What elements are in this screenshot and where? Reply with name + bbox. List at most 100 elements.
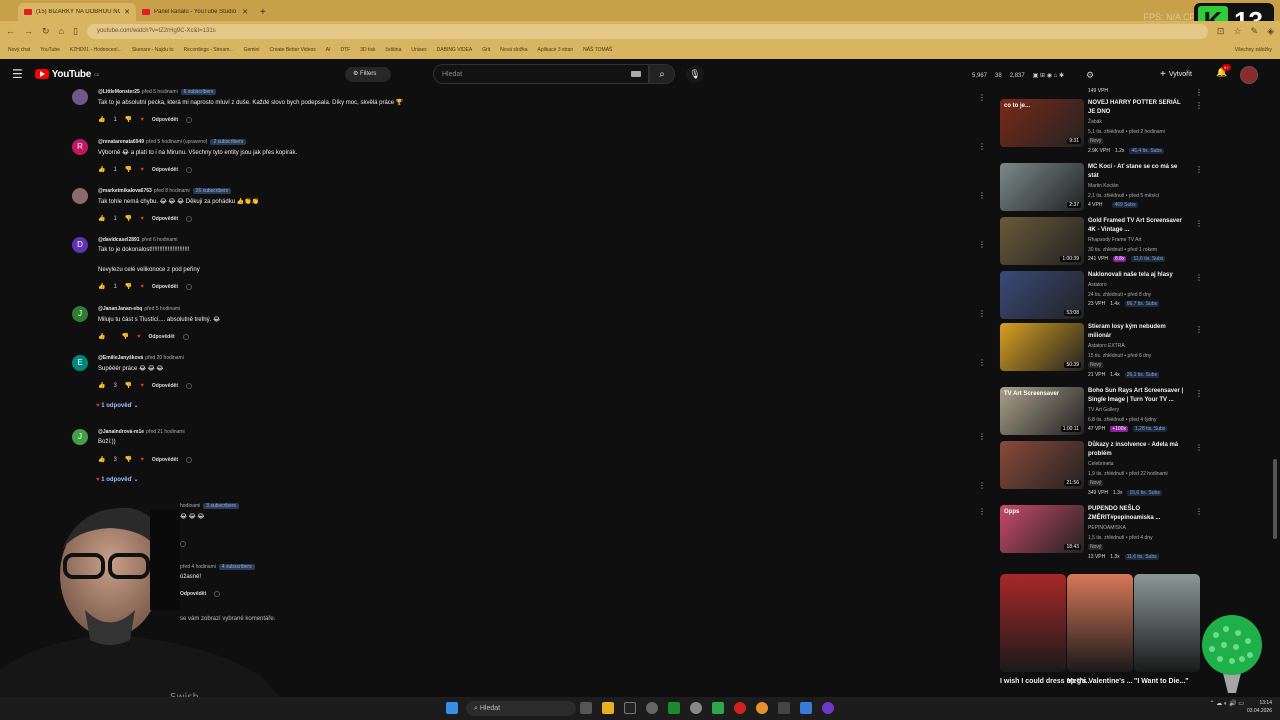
xbox-icon[interactable] (668, 702, 680, 714)
channel-name[interactable]: Rhapsody Frame TV Art (1088, 237, 1142, 243)
short-title[interactable]: "I Want to Die..." (1134, 678, 1189, 685)
reply-button[interactable]: Odpovědět (152, 457, 178, 463)
comment-author[interactable]: @JananJanan-ebq (98, 306, 142, 312)
creator-heart-icon[interactable]: ♥ (137, 334, 141, 340)
browser-tab-studio[interactable]: Panel kanálu - YouTube Studio ✕ (136, 3, 254, 21)
comment-side-menu-icon[interactable]: ⋮ (978, 191, 986, 200)
dislike-icon[interactable]: 👎 (125, 382, 132, 389)
like-icon[interactable]: 👍 (98, 333, 105, 340)
creator-heart-icon[interactable]: ♥ (140, 167, 144, 173)
comment-side-menu-icon[interactable]: ⋮ (978, 481, 986, 490)
comment-side-menu-icon[interactable]: ⋮ (978, 432, 986, 441)
comment-menu-icon[interactable] (186, 456, 192, 463)
creator-heart-icon[interactable]: ♥ (140, 216, 144, 222)
filters-button[interactable]: ⚙ Filters (345, 67, 391, 82)
dislike-icon[interactable]: 👎 (125, 215, 132, 222)
comment-side-menu-icon[interactable]: ⋮ (978, 507, 986, 516)
comment-author[interactable]: @EmilieJanyšková (98, 355, 143, 361)
more-options-icon[interactable]: ⋮ (1195, 165, 1203, 174)
comment-avatar[interactable]: D (72, 237, 88, 253)
comment-menu-icon[interactable] (186, 116, 192, 123)
comment-avatar[interactable] (72, 89, 88, 105)
video-title[interactable]: PUPENDO NEŠLO ZMĚRIT#pepinoamiska ... (1088, 505, 1188, 523)
like-icon[interactable]: 👍 (98, 382, 105, 389)
channel-name[interactable]: Žabák (1088, 119, 1102, 125)
more-options-icon[interactable]: ⋮ (1195, 219, 1203, 228)
bookmark-item[interactable]: Gemini (244, 47, 260, 53)
reply-button[interactable]: Odpovědět (152, 117, 178, 123)
more-options-icon[interactable]: ⋮ (1195, 443, 1203, 452)
system-tray[interactable]: ⌃ ☁ ◐ 🔊 ▭ (1210, 700, 1244, 707)
microphone-icon[interactable]: 🎙 (686, 65, 704, 83)
channel-name[interactable]: Martin Kocián (1088, 183, 1119, 189)
video-title[interactable]: MC Kocí - Ať stane se co má se stát (1088, 163, 1188, 181)
dislike-icon[interactable]: 👎 (125, 283, 132, 290)
bookmark-item[interactable]: Aplikace 3 stran (538, 47, 574, 53)
bookmark-item[interactable]: AI (326, 47, 331, 53)
video-title[interactable]: Gold Framed TV Art Screensaver 4K - Vint… (1088, 217, 1188, 235)
taskbar-clock[interactable]: 13:14 03.04.2026 (1247, 699, 1272, 715)
more-options-icon[interactable]: ⋮ (1195, 88, 1203, 97)
comment-menu-icon[interactable] (182, 333, 189, 340)
settings-gear-icon[interactable]: ⚙ (1086, 70, 1094, 81)
taskbar-search[interactable]: ⌕ Hledat (466, 701, 576, 716)
more-options-icon[interactable]: ⋮ (1195, 389, 1203, 398)
new-tab-icon[interactable]: + (260, 7, 266, 18)
youtube-logo[interactable]: YouTube CZ (34, 69, 99, 80)
video-thumbnail[interactable]: 21:56 (1000, 441, 1084, 489)
search-button[interactable]: ⌕ (649, 64, 675, 84)
comment-author[interactable]: @davidcasel2891 (98, 237, 140, 243)
creator-heart-icon[interactable]: ♥ (140, 383, 144, 389)
page-scrollbar[interactable] (1272, 89, 1278, 720)
bookmark-item[interactable]: Grit (482, 47, 490, 53)
creator-heart-icon[interactable]: ♥ (140, 457, 144, 463)
bookmark-item[interactable]: 3D tisk (360, 47, 375, 53)
comment-menu-icon[interactable] (186, 166, 192, 173)
video-thumbnail[interactable]: 50:39 (1000, 323, 1084, 371)
sidebar-icon[interactable]: ▯ (73, 26, 78, 37)
reply-button[interactable]: Odpovědět (152, 167, 178, 173)
comment-author[interactable]: @renatarenata6949 (98, 139, 144, 145)
telegram-icon[interactable] (800, 702, 812, 714)
extension-icons[interactable]: ▣ ⊞ ◉ ⌂ ✱ (1033, 72, 1064, 79)
chrome-icon[interactable] (756, 702, 768, 714)
comment-avatar[interactable] (72, 188, 88, 204)
extension-icon[interactable]: ✎ (1251, 26, 1259, 37)
bookmark-item[interactable]: Create Better Videos (269, 47, 315, 53)
comment-avatar[interactable]: J (72, 306, 88, 322)
bookmark-item[interactable]: YouTube (40, 47, 60, 53)
video-thumbnail[interactable]: TV Art Screensaver 1:00:11 (1000, 387, 1084, 435)
like-icon[interactable]: 👍 (98, 116, 105, 123)
home-icon[interactable]: ⌂ (59, 26, 64, 36)
reply-button[interactable]: Odpovědět (152, 284, 178, 290)
start-windows-icon[interactable] (446, 702, 458, 714)
bookmark-star-icon[interactable]: ☆ (1233, 26, 1241, 37)
more-options-icon[interactable]: ⋮ (1195, 507, 1203, 516)
more-options-icon[interactable]: ⋮ (1195, 273, 1203, 282)
reply-button[interactable]: Odpovědět (152, 216, 178, 222)
comment-author[interactable]: @Janaindrová-m1e (98, 429, 144, 435)
close-tab-icon[interactable]: ✕ (124, 8, 130, 16)
bookmark-item[interactable]: Skenare - Najdu to (132, 47, 174, 53)
dislike-icon[interactable]: 👎 (121, 333, 128, 340)
more-options-icon[interactable]: ⋮ (1195, 325, 1203, 334)
channel-name[interactable]: Astatoro EXTRA (1088, 343, 1125, 349)
comment-menu-icon[interactable] (186, 283, 192, 290)
notifications-bell-icon[interactable]: 🔔 9+ (1216, 64, 1231, 78)
browser-tab-active[interactable]: (15) BIZÁRKY NA DOBROU NOC ✕ (18, 3, 136, 21)
obs-icon[interactable] (822, 702, 834, 714)
scrollbar-thumb[interactable] (1273, 459, 1277, 539)
url-field[interactable]: youtube.com/watch?v=tZ2rHg9C-Xc&t=131s (86, 23, 1208, 39)
video-title[interactable]: Důkazy z insolvence - Adela má problém (1088, 441, 1188, 459)
short-thumbnail[interactable] (1000, 574, 1066, 672)
dislike-icon[interactable]: 👎 (125, 166, 132, 173)
comment-author[interactable]: @LittleMonster25 (98, 89, 140, 95)
create-button[interactable]: + Vytvořit (1160, 67, 1192, 82)
tiktok-icon[interactable] (624, 702, 636, 714)
short-thumbnail[interactable] (1134, 574, 1200, 672)
video-thumbnail[interactable]: 53:08 (1000, 271, 1084, 319)
search-input[interactable]: Hledat (433, 64, 649, 84)
extensions-puzzle-icon[interactable]: ◈ (1267, 26, 1274, 37)
close-tab-icon[interactable]: ✕ (242, 8, 248, 16)
video-thumbnail[interactable]: Opps 18:43 (1000, 505, 1084, 553)
